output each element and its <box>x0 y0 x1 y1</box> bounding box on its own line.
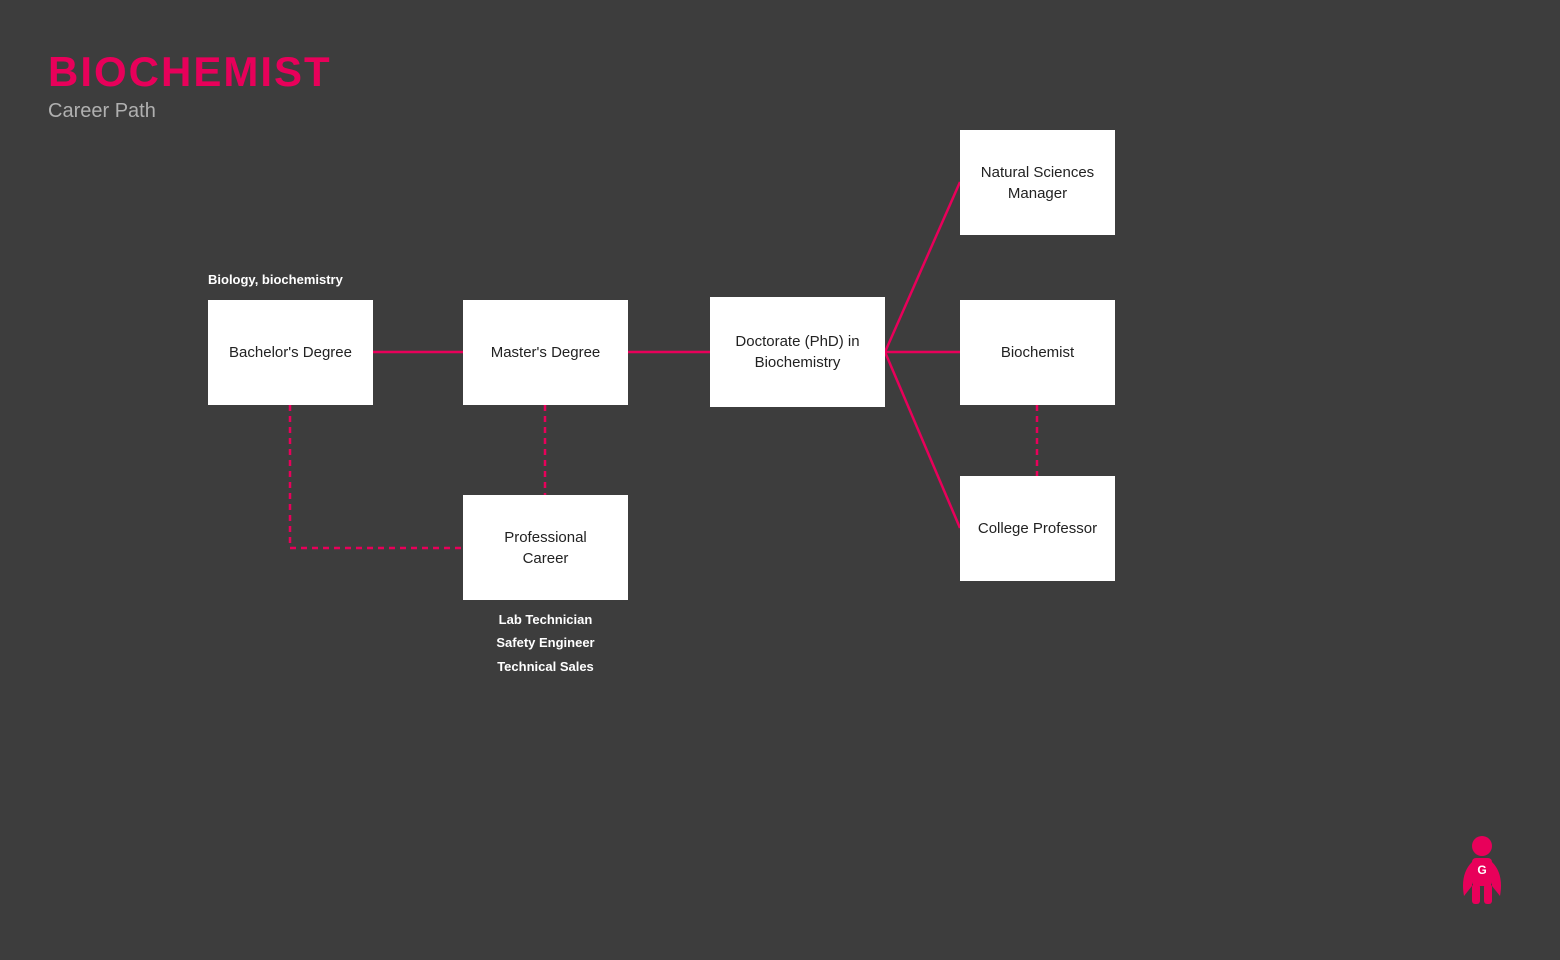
node-masters: Master's Degree <box>463 300 628 405</box>
node-college-professor: College Professor <box>960 476 1115 581</box>
page-title: BIOCHEMIST <box>48 48 332 96</box>
sub-labels-container: Lab Technician Safety Engineer Technical… <box>463 608 628 678</box>
page-subtitle: Career Path <box>48 100 332 123</box>
sub-label-technical-sales: Technical Sales <box>463 655 628 678</box>
node-biochemist: Biochemist <box>960 300 1115 405</box>
sub-label-safety-engineer: Safety Engineer <box>463 631 628 654</box>
svg-text:G: G <box>1477 863 1486 877</box>
node-natural-sciences: Natural Sciences Manager <box>960 130 1115 235</box>
diagram-lines <box>0 0 1560 960</box>
logo-icon: G <box>1452 834 1512 924</box>
header: BIOCHEMIST Career Path <box>48 48 332 123</box>
sub-label-lab-technician: Lab Technician <box>463 608 628 631</box>
biology-label: Biology, biochemistry <box>208 272 343 287</box>
node-doctorate: Doctorate (PhD) in Biochemistry <box>710 297 885 407</box>
node-bachelor: Bachelor's Degree <box>208 300 373 405</box>
node-professional-career: Professional Career <box>463 495 628 600</box>
